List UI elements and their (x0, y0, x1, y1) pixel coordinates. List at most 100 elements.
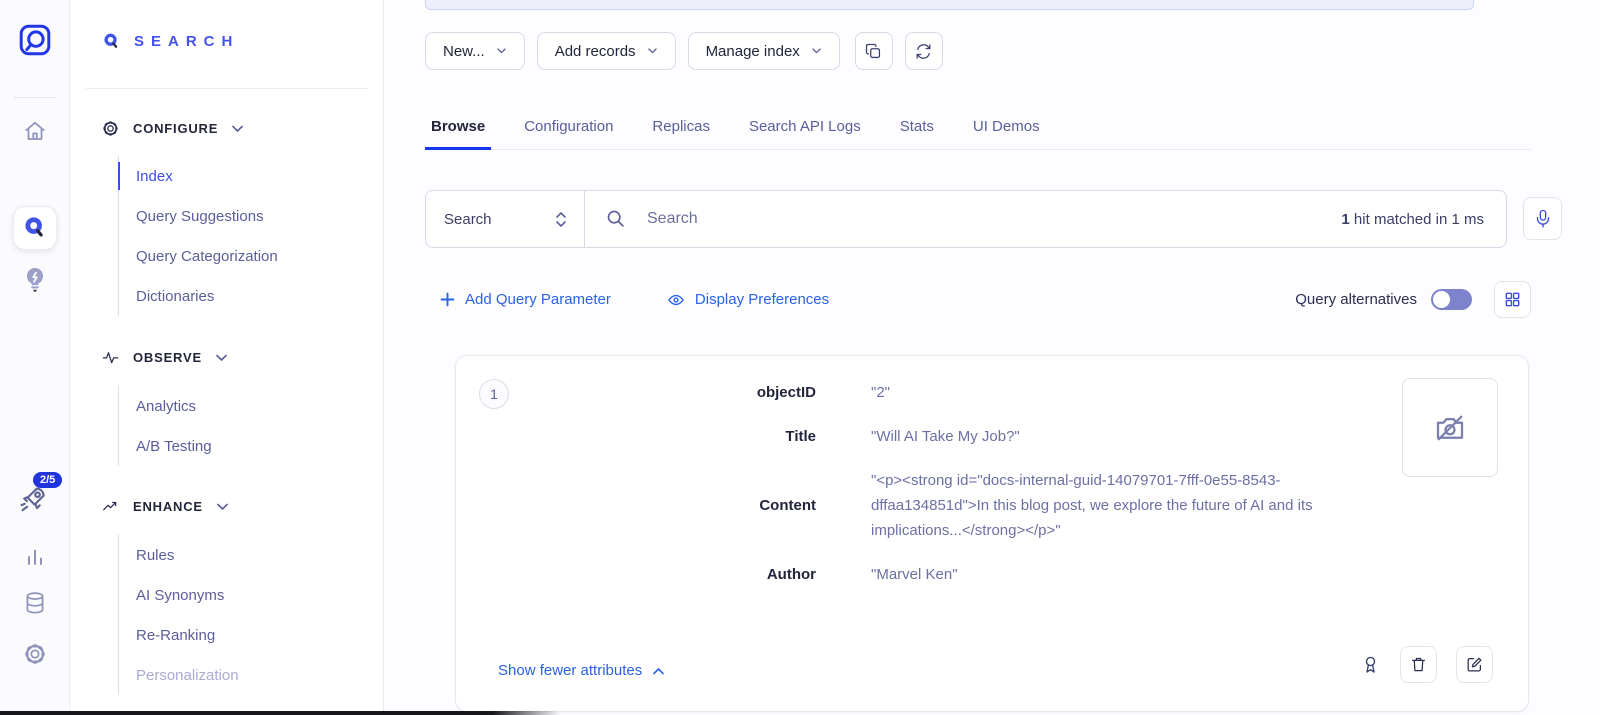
hit-card: 1 objectID "2" Title "Will AI Take My Jo… (455, 355, 1529, 712)
tab-search-api-logs[interactable]: Search API Logs (743, 105, 867, 150)
search-product-icon (102, 32, 121, 51)
sidebar-divider (86, 88, 368, 89)
promote-award-icon[interactable] (1360, 653, 1381, 677)
chevron-down-icon (811, 47, 822, 55)
usage-badge: 2/5 (33, 472, 62, 488)
section-configure[interactable]: CONFIGURE (101, 119, 244, 138)
rail-search-item[interactable] (13, 206, 57, 250)
tab-stats[interactable]: Stats (894, 105, 940, 150)
search-mode-select[interactable]: Search (425, 190, 585, 248)
chevron-down-icon (496, 47, 507, 55)
query-alternatives-toggle[interactable] (1431, 289, 1472, 310)
hit-attributes: objectID "2" Title "Will AI Take My Job?… (641, 380, 1401, 587)
search-active-icon (22, 215, 48, 241)
algolia-logo-icon[interactable] (17, 22, 53, 58)
home-icon[interactable] (22, 118, 48, 144)
sidebar-title-label: SEARCH (134, 33, 239, 50)
edit-record-button[interactable] (1456, 646, 1493, 683)
tab-ui-demos[interactable]: UI Demos (967, 105, 1046, 150)
sidebar-item-ab-testing[interactable]: A/B Testing (136, 426, 212, 466)
chevron-up-icon (652, 666, 665, 676)
tab-replicas[interactable]: Replicas (646, 105, 716, 150)
display-preferences-label: Display Preferences (695, 291, 829, 308)
bottom-video-scrub-strip (0, 711, 560, 715)
voice-search-button[interactable] (1523, 197, 1562, 240)
partial-top-bar (425, 0, 1474, 10)
toggle-knob (1433, 291, 1450, 308)
hit-rank-badge: 1 (479, 379, 509, 409)
observe-pulse-icon (101, 348, 120, 367)
index-toolbar: New... Add records Manage index (425, 32, 943, 70)
add-query-parameter-link[interactable]: Add Query Parameter (440, 291, 611, 308)
camera-off-icon (1432, 410, 1468, 446)
sidebar-item-analytics[interactable]: Analytics (136, 386, 212, 426)
configure-label: CONFIGURE (133, 121, 218, 136)
settings-gear-icon[interactable] (22, 641, 48, 667)
manage-index-button[interactable]: Manage index (688, 32, 840, 70)
sidebar-item-index[interactable]: Index (136, 156, 278, 196)
attribute-name: Content (641, 497, 816, 514)
copy-button[interactable] (855, 32, 893, 70)
configure-gear-icon (101, 119, 120, 138)
product-sidebar: SEARCH CONFIGURE Index Query Suggestions… (70, 0, 384, 715)
configure-items: Index Query Suggestions Query Categoriza… (118, 156, 278, 316)
sidebar-item-query-categorization[interactable]: Query Categorization (136, 236, 278, 276)
query-alternatives-group: Query alternatives (1295, 281, 1531, 318)
observe-items: Analytics A/B Testing (118, 386, 212, 466)
attribute-name: Title (641, 428, 816, 445)
attribute-value: "Marvel Ken" (871, 562, 1396, 587)
enhance-label: ENHANCE (133, 499, 203, 514)
refresh-button[interactable] (905, 32, 943, 70)
database-icon[interactable] (22, 590, 48, 616)
add-records-label: Add records (555, 43, 636, 60)
show-fewer-label: Show fewer attributes (498, 662, 642, 679)
recommend-lightbulb-icon[interactable] (21, 265, 49, 295)
analytics-bars-icon[interactable] (23, 545, 47, 569)
new-button[interactable]: New... (425, 32, 525, 70)
hit-stats-text: hit matched in 1 ms (1350, 211, 1484, 228)
sidebar-item-personalization[interactable]: Personalization (136, 655, 239, 695)
eye-icon (667, 292, 685, 308)
sidebar-item-ai-synonyms[interactable]: AI Synonyms (136, 575, 239, 615)
display-preferences-link[interactable]: Display Preferences (667, 291, 829, 308)
section-enhance[interactable]: ENHANCE (101, 497, 229, 516)
attribute-row-objectid: objectID "2" (641, 380, 1401, 405)
enhance-trend-icon (101, 497, 120, 516)
attribute-name: Author (641, 566, 816, 583)
edit-icon (1465, 655, 1484, 674)
no-image-placeholder (1402, 378, 1498, 477)
new-button-label: New... (443, 43, 485, 60)
sidebar-item-dictionaries[interactable]: Dictionaries (136, 276, 278, 316)
index-tabs: Browse Configuration Replicas Search API… (425, 105, 1531, 150)
search-input[interactable] (647, 210, 1341, 228)
copy-icon (864, 42, 883, 61)
query-alternatives-label: Query alternatives (1295, 291, 1417, 308)
sidebar-item-rules[interactable]: Rules (136, 535, 239, 575)
show-fewer-attributes-link[interactable]: Show fewer attributes (498, 662, 665, 679)
microphone-icon (1533, 208, 1553, 230)
section-observe[interactable]: OBSERVE (101, 348, 228, 367)
sidebar-item-re-ranking[interactable]: Re-Ranking (136, 615, 239, 655)
add-query-parameter-label: Add Query Parameter (465, 291, 611, 308)
attribute-name: objectID (641, 384, 816, 401)
attribute-row-title: Title "Will AI Take My Job?" (641, 424, 1401, 449)
enhance-items: Rules AI Synonyms Re-Ranking Personaliza… (118, 535, 239, 695)
tab-configuration[interactable]: Configuration (518, 105, 619, 150)
search-icon (605, 208, 627, 230)
hit-actions (1360, 646, 1493, 683)
chevron-down-icon (647, 47, 658, 55)
observe-label: OBSERVE (133, 350, 202, 365)
manage-index-label: Manage index (706, 43, 800, 60)
attribute-value: "<p><strong id="docs-internal-guid-14079… (871, 468, 1396, 543)
grid-icon (1504, 291, 1521, 308)
add-records-button[interactable]: Add records (537, 32, 676, 70)
hit-count: 1 (1341, 211, 1349, 228)
sidebar-item-query-suggestions[interactable]: Query Suggestions (136, 196, 278, 236)
query-options-row: Add Query Parameter Display Preferences … (440, 281, 1531, 318)
search-row: Search 1 hit matched in 1 ms (425, 190, 1507, 248)
delete-record-button[interactable] (1400, 646, 1437, 683)
tab-browse[interactable]: Browse (425, 105, 491, 150)
hit-stats: 1 hit matched in 1 ms (1341, 211, 1484, 228)
layout-grid-button[interactable] (1494, 281, 1531, 318)
search-input-box: 1 hit matched in 1 ms (584, 190, 1507, 248)
